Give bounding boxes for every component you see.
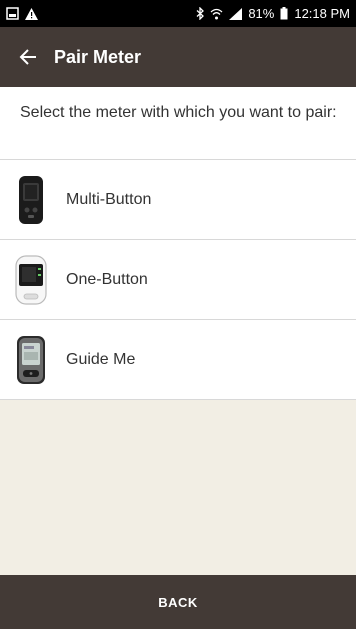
clock: 12:18 PM [294,6,350,21]
meter-label: Guide Me [66,350,136,368]
guide-me-meter-icon [0,320,62,400]
meter-option-multi-button[interactable]: Multi-Button [0,160,356,240]
app-bar: Pair Meter [0,27,356,87]
status-left [6,7,38,20]
bluetooth-icon [196,7,205,20]
battery-icon [280,7,288,20]
meter-option-guide-me[interactable]: Guide Me [0,320,356,400]
meter-option-one-button[interactable]: One-Button [0,240,356,320]
meter-label: One-Button [66,270,148,288]
status-bar: 81% 12:18 PM [0,0,356,27]
meter-list: Multi-Button One-Button Guide Me [0,160,356,400]
battery-percent: 81% [248,6,275,21]
notification-icon [6,7,19,20]
select-meter-prompt: Select the meter with which you want to … [0,87,356,160]
one-button-meter-icon [0,240,62,320]
status-right: 81% 12:18 PM [196,6,350,21]
multi-button-meter-icon [0,160,62,240]
alert-icon [25,7,38,20]
page-title: Pair Meter [54,46,142,67]
meter-label: Multi-Button [66,190,152,208]
arrow-left-icon[interactable] [6,27,50,87]
wifi-icon [210,8,223,20]
back-button[interactable]: BACK [0,575,356,629]
signal-icon [229,7,243,20]
